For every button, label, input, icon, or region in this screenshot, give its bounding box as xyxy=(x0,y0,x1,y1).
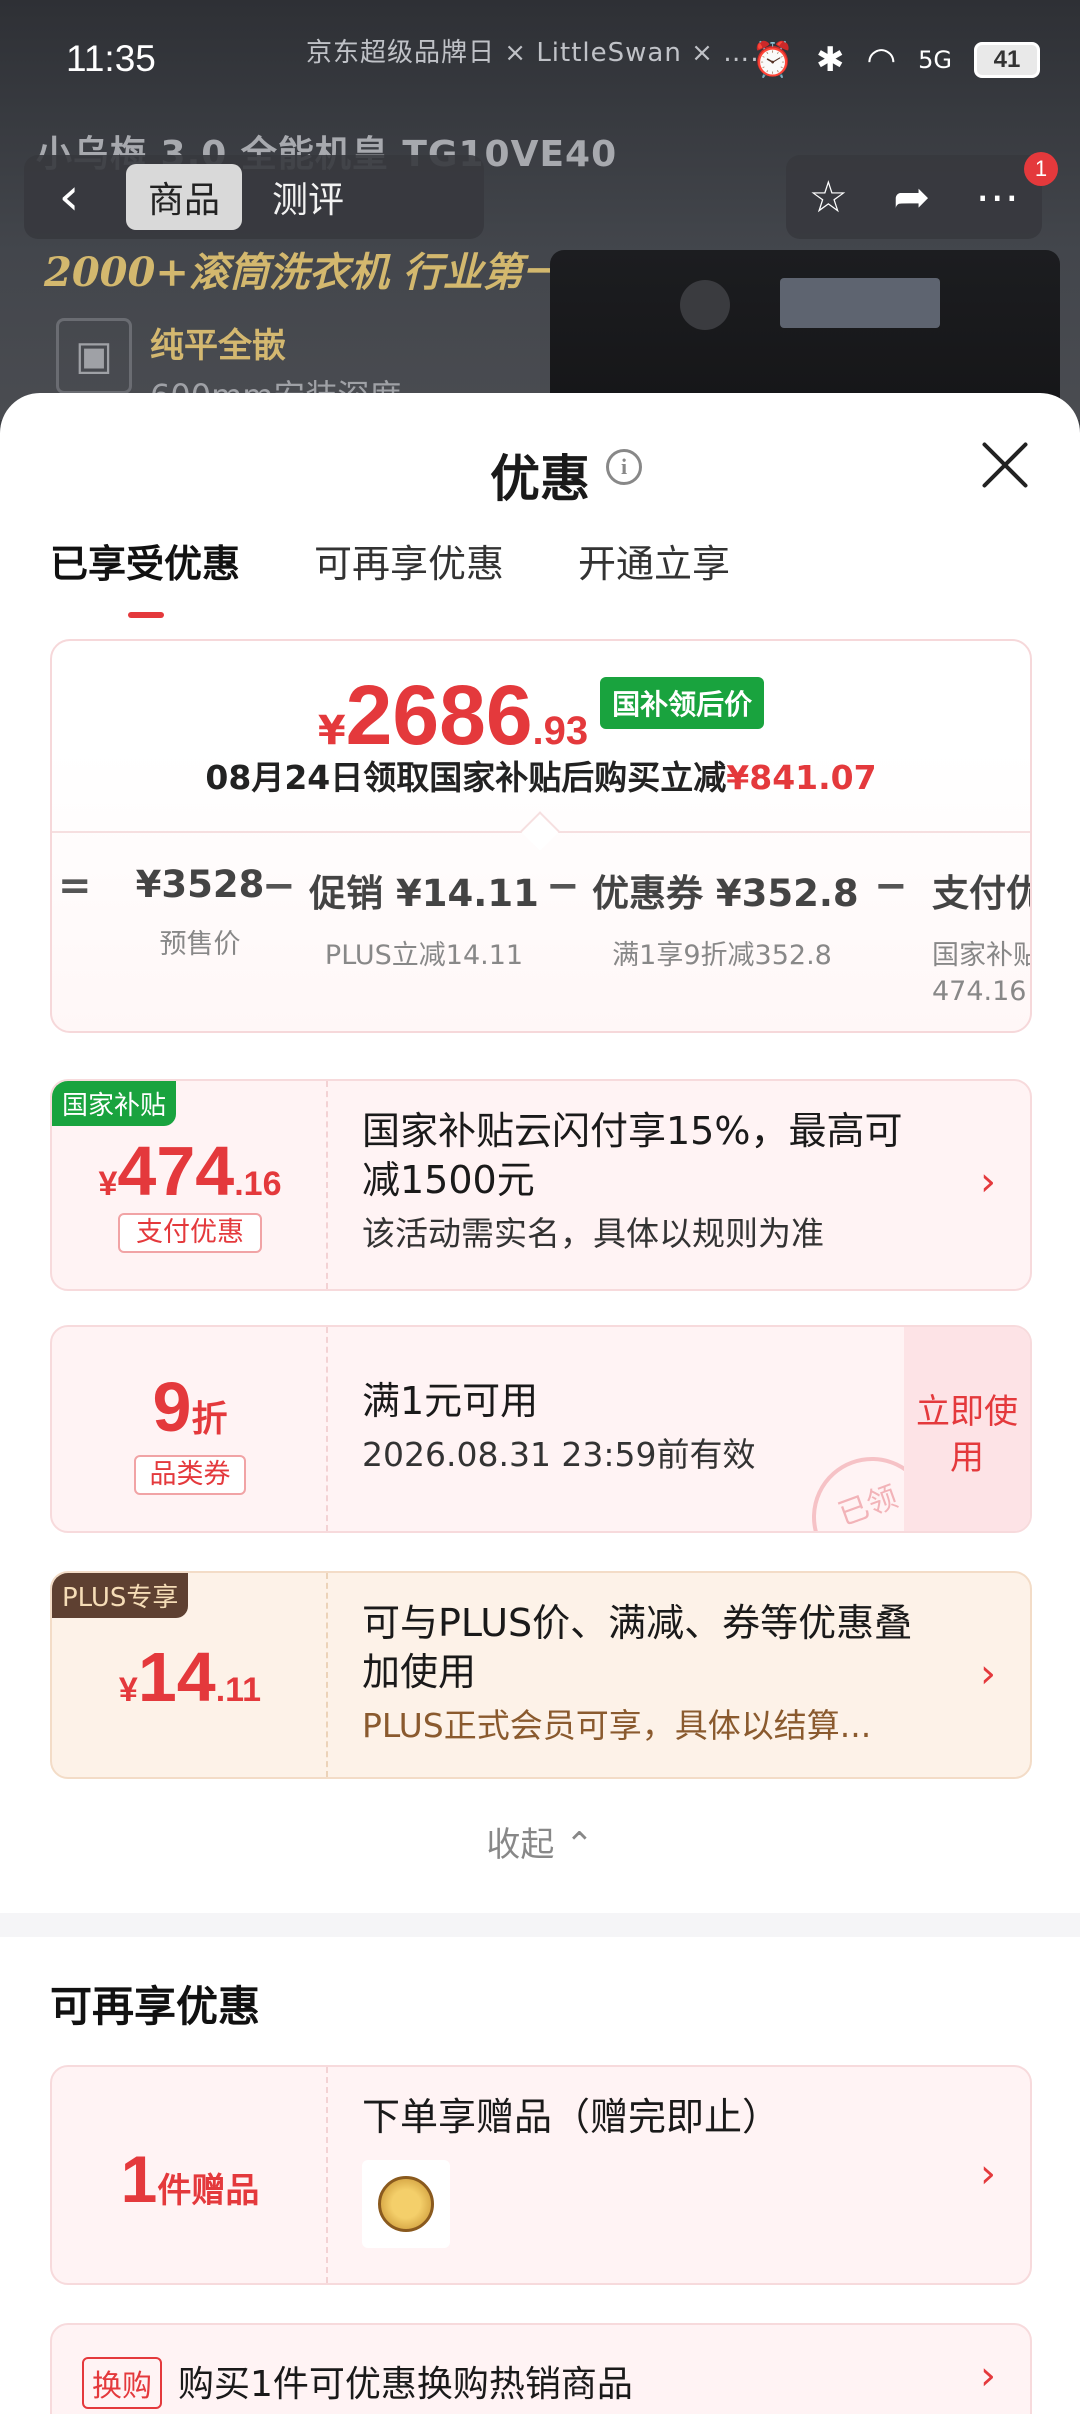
coupon-plus[interactable]: PLUS专享 ¥14.11 可与PLUS价、满减、券等优惠叠加使用 PLUS正式… xyxy=(50,1571,1032,1779)
brand-banner-text: 京东超级品牌日 × LittleSwan × …… xyxy=(306,38,778,68)
tab-product[interactable]: 商品 xyxy=(126,164,243,230)
status-time: 11:35 xyxy=(66,38,156,79)
coupon-category[interactable]: 9折 品类券 满1元可用 2026.08.31 23:59前有效 已领 立即使用 xyxy=(50,1325,1032,1533)
info-icon[interactable]: i xyxy=(606,449,642,485)
favorite-star-icon[interactable]: ☆ xyxy=(809,172,848,223)
final-price-integer: 2686 xyxy=(345,668,533,762)
chevron-right-icon: › xyxy=(980,1651,996,1697)
price-breakdown: = ¥3528 预售价 − 促销 ¥14.11 PLUS立减14.11 − 优惠… xyxy=(52,863,1032,1013)
coupon-type-badge: 支付优惠 xyxy=(118,1213,262,1253)
top-nav: ‹ 商品 测评 xyxy=(24,155,484,239)
minus-sign: − xyxy=(874,863,908,909)
chevron-right-icon: › xyxy=(980,1159,996,1205)
coupon-title: 国家补贴云闪付享15%，最高可减1500元 xyxy=(362,1109,903,1202)
discount-tabs: 已享受优惠 可再享优惠 开通立享 xyxy=(50,533,730,618)
share-icon[interactable]: ➦ xyxy=(893,172,930,223)
coupon-title: 满1元可用 xyxy=(362,1379,539,1423)
coupon-type-badge: 品类券 xyxy=(134,1455,246,1495)
use-now-button[interactable]: 立即使用 xyxy=(904,1327,1030,1531)
coupon-subtitle: PLUS正式会员可享，具体以结算... xyxy=(362,1706,872,1745)
gift-thumbnail[interactable] xyxy=(362,2160,450,2248)
coupon-amount: ¥14.11 xyxy=(118,1638,262,1716)
coupon-tag: PLUS专享 xyxy=(52,1573,189,1618)
sheet-title: 优惠 xyxy=(490,450,590,508)
price-summary-card: ¥2686.93国补领后价 08月24日领取国家补贴后购买立减¥841.07 =… xyxy=(50,639,1032,1033)
coupon-tag: 国家补贴 xyxy=(52,1081,177,1126)
more-icon[interactable]: ⋯ xyxy=(975,172,1019,223)
more-discounts-title: 可再享优惠 xyxy=(50,1982,261,2031)
price-tag-badge: 国补领后价 xyxy=(600,677,765,729)
washer-icon: ▣ xyxy=(56,318,132,394)
swap-tag: 换购 xyxy=(82,2357,162,2409)
feature-title: 纯平全嵌 xyxy=(150,326,286,366)
discount-sheet: 优惠 i 已享受优惠 可再享优惠 开通立享 ¥2686.93国补领后价 08月2… xyxy=(0,393,1080,2414)
signal-icon: 5G xyxy=(918,46,952,74)
saved-amount: ¥841.07 xyxy=(726,758,877,797)
status-bar: 11:35 京东超级品牌日 × LittleSwan × …… ⏰ ✱ ◠ 5G… xyxy=(66,38,1040,88)
swap-offer-card[interactable]: 换购 购买1件可优惠换购热销商品 › xyxy=(50,2323,1032,2414)
tab-review[interactable]: 测评 xyxy=(250,164,366,230)
minus-sign: − xyxy=(546,863,580,909)
coupon-subtitle: 该活动需实名，具体以规则为准 xyxy=(362,1214,824,1253)
coupon-title: 可与PLUS价、满减、券等优惠叠加使用 xyxy=(362,1601,913,1694)
final-price-decimal: .93 xyxy=(532,709,589,753)
back-button[interactable]: ‹ xyxy=(24,155,114,239)
coupon-amount: ¥474.16 xyxy=(98,1132,282,1210)
final-price: ¥2686.93国补领后价 xyxy=(52,667,1030,762)
tab-enjoyed[interactable]: 已享受优惠 xyxy=(50,533,240,618)
breakdown-item: 优惠券 ¥352.8 满1享9折减352.8 xyxy=(592,872,859,971)
notification-badge: 1 xyxy=(1024,152,1058,186)
minus-sign: − xyxy=(262,863,296,909)
coupon-validity: 2026.08.31 23:59前有效 xyxy=(362,1435,756,1474)
breakdown-item: 支付优 国家补贴 474.16 xyxy=(932,872,1032,1007)
chevron-up-icon: ⌃ xyxy=(565,1825,594,1865)
price-subtitle: 08月24日领取国家补贴后购买立减¥841.07 xyxy=(205,758,877,797)
product-slogan: 2000+滚筒洗衣机 行业第一 xyxy=(44,249,563,296)
coupon-national-subsidy[interactable]: 国家补贴 ¥474.16 支付优惠 国家补贴云闪付享15%，最高可减1500元 … xyxy=(50,1079,1032,1291)
gift-title: 下单享赠品（赠完即止） xyxy=(362,2095,781,2139)
alarm-icon: ⏰ xyxy=(751,40,794,80)
close-icon[interactable] xyxy=(976,437,1032,493)
chevron-right-icon: › xyxy=(980,2353,996,2399)
gift-count: 1件赠品 xyxy=(120,2142,260,2216)
tab-activate[interactable]: 开通立享 xyxy=(578,533,730,588)
tab-more-available[interactable]: 可再享优惠 xyxy=(314,533,504,588)
battery-icon: 41 xyxy=(974,42,1040,78)
swap-title: 购买1件可优惠换购热销商品 xyxy=(178,2364,633,2405)
wifi-icon: ◠ xyxy=(866,40,897,80)
bluetooth-icon: ✱ xyxy=(815,40,845,80)
collapse-button[interactable]: 收起 ⌃ xyxy=(0,1817,1080,1866)
gift-offer-card[interactable]: 1件赠品 下单享赠品（赠完即止） › xyxy=(50,2065,1032,2285)
chevron-right-icon: › xyxy=(980,2151,996,2197)
breakdown-item: 促销 ¥14.11 PLUS立减14.11 xyxy=(309,872,539,971)
coupon-amount: 9折 xyxy=(152,1368,228,1446)
equals-sign: = xyxy=(58,863,92,909)
top-actions: ☆ ➦ ⋯ xyxy=(786,155,1042,239)
